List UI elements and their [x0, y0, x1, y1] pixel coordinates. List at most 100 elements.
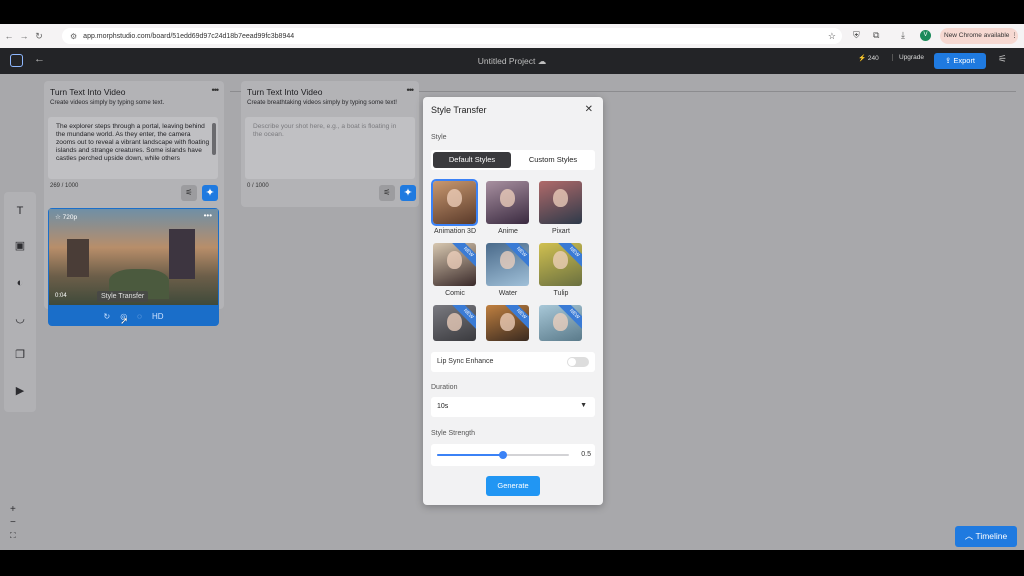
style-tile-comic[interactable]: NEW [433, 243, 476, 286]
text-tool-icon[interactable]: T [13, 204, 27, 218]
style-preview-figure [553, 189, 568, 207]
strength-value: 0.5 [581, 451, 591, 458]
lip-sync-row: Lip Sync Enhance [431, 352, 595, 372]
timeline-button[interactable]: ︿ Timeline [955, 526, 1017, 547]
style-preview-figure [447, 189, 462, 207]
left-toolbar: T ▣ ◐ ◡ ❐ ▶ [4, 192, 36, 412]
credits-count: 240 [867, 55, 879, 62]
style-preview-figure [500, 189, 515, 207]
video-thumbnail[interactable]: ☆ 720p ••• 0:04 Style Transfer [49, 209, 218, 305]
resolution-text: 720p [62, 214, 78, 221]
url-text: app.morphstudio.com/board/51edd69d97c24d… [83, 32, 295, 40]
layers-tool-icon[interactable]: ❐ [13, 348, 27, 362]
style-tabs: Default Styles Custom Styles [431, 150, 595, 170]
zoom-out-icon[interactable]: − [10, 517, 16, 528]
chrome-update-pill[interactable]: New Chrome available ⋮ [940, 28, 1018, 44]
style-tile-tulip[interactable]: NEW [539, 243, 582, 286]
lip-sync-toggle[interactable] [567, 357, 589, 367]
chevron-down-icon: ▼ [580, 402, 587, 409]
forward-arrow-icon[interactable]: → [18, 31, 30, 41]
style-tile-item-8[interactable]: NEW [486, 305, 529, 341]
style-label: Animation 3D [433, 228, 477, 235]
style-preview-figure [447, 251, 462, 269]
style-tile-pixart[interactable] [539, 181, 582, 224]
video-card[interactable]: ☆ 720p ••• 0:04 Style Transfer ↻ ◎ ◌ HD [48, 208, 219, 326]
shield-icon[interactable]: ⛨ [853, 30, 860, 41]
style-tool-icon[interactable]: ◐ [13, 276, 27, 290]
export-icon: ⇪ [944, 56, 952, 65]
cloud-icon: ☁ [537, 56, 547, 66]
scrollbar[interactable] [212, 123, 216, 155]
style-strength-row: 0.5 [431, 444, 595, 466]
settings-button[interactable]: ⚟ [379, 185, 395, 201]
generate-button[interactable]: Generate [486, 476, 540, 496]
style-preview-figure [447, 313, 462, 331]
extensions-icon[interactable]: ⧉ [873, 30, 879, 41]
panel-subtitle: Create videos simply by typing some text… [50, 99, 165, 106]
lipsync-tool-icon[interactable]: ◡ [13, 312, 27, 326]
image-tool-icon[interactable]: ▣ [13, 239, 27, 253]
more-options-icon[interactable]: ••• [212, 85, 220, 95]
site-info-icon[interactable]: ⚙ [70, 32, 77, 41]
video-timestamp: 0:04 [55, 293, 67, 299]
style-preview-figure [553, 313, 568, 331]
lipsync-icon[interactable]: ◌ [137, 312, 142, 321]
generate-sparkle-button[interactable]: ✦ [400, 185, 416, 201]
settings-button[interactable]: ⚟ [181, 185, 197, 201]
resolution-badge: ☆ 720p [55, 213, 77, 221]
duration-select[interactable]: 10s ▼ [431, 397, 595, 417]
export-label: Export [953, 56, 976, 65]
star-icon: ☆ [55, 214, 61, 221]
style-tile-item-9[interactable]: NEW [539, 305, 582, 341]
castle-shape [67, 239, 89, 277]
text-to-video-panel-2: Turn Text Into Video Create breathtaking… [241, 81, 419, 207]
mouse-cursor-icon: ➚ [120, 316, 129, 327]
prompt-text: The explorer steps through a portal, lea… [56, 123, 210, 162]
upgrade-link[interactable]: Upgrade [892, 54, 924, 61]
char-counter: 0 / 1000 [247, 183, 269, 189]
more-options-icon[interactable]: ••• [204, 211, 212, 220]
char-counter: 269 / 1000 [50, 183, 79, 189]
back-arrow-icon[interactable]: ← [3, 31, 15, 41]
style-tile-anime[interactable] [486, 181, 529, 224]
style-label: Tulip [553, 290, 569, 297]
regenerate-icon[interactable]: ↻ [103, 312, 110, 321]
export-button[interactable]: ⇪ Export [934, 53, 986, 69]
tab-custom-styles[interactable]: Custom Styles [513, 152, 593, 168]
panel-subtitle: Create breathtaking videos simply by typ… [247, 99, 397, 106]
strength-slider-fill [437, 454, 503, 456]
sliders-icon: ⚟ [383, 188, 391, 197]
chevron-up-icon: ︿ [964, 531, 974, 541]
app-header: ← Untitled Project ☁ ⚡ 240 Upgrade ⇪ Exp… [0, 48, 1024, 74]
sliders-icon[interactable]: ⚟ [998, 54, 1007, 65]
style-label: Pixart [552, 228, 570, 235]
video-tool-icon[interactable]: ▶ [13, 384, 27, 398]
bookmark-star-icon[interactable]: ☆ [828, 31, 836, 42]
strength-slider-handle[interactable] [499, 451, 507, 459]
style-section-label: Style [431, 134, 447, 141]
reload-icon[interactable]: ↻ [33, 31, 45, 42]
strength-slider-track[interactable] [437, 451, 569, 459]
profile-avatar[interactable]: V [920, 30, 931, 41]
browser-toolbar: ← → ↻ ⚙ app.morphstudio.com/board/51edd6… [0, 24, 1024, 48]
tab-default-styles[interactable]: Default Styles [433, 152, 511, 168]
fit-screen-icon[interactable]: ⛶ [10, 531, 16, 541]
castle-shape [169, 229, 195, 279]
hd-upscale-button[interactable]: HD [152, 312, 164, 321]
prompt-input[interactable]: Describe your shot here, e.g., a boat is… [245, 117, 415, 179]
style-tile-item-7[interactable]: NEW [433, 305, 476, 341]
style-preview-figure [500, 251, 515, 269]
address-bar[interactable]: ⚙ app.morphstudio.com/board/51edd69d97c2… [62, 28, 842, 44]
download-icon[interactable]: ⤓ [901, 30, 905, 41]
style-transfer-tooltip: Style Transfer [97, 291, 149, 302]
style-tile-water[interactable]: NEW [486, 243, 529, 286]
prompt-input[interactable]: The explorer steps through a portal, lea… [48, 117, 218, 179]
sparkle-icon: ✦ [403, 187, 413, 199]
close-icon[interactable]: ✕ [585, 104, 593, 115]
generate-sparkle-button[interactable]: ✦ [202, 185, 218, 201]
duration-value: 10s [437, 403, 449, 410]
zoom-in-icon[interactable]: + [10, 504, 16, 515]
style-tile-animation-3d[interactable] [431, 179, 478, 226]
more-options-icon[interactable]: ••• [407, 85, 415, 95]
lip-sync-label: Lip Sync Enhance [437, 358, 494, 365]
